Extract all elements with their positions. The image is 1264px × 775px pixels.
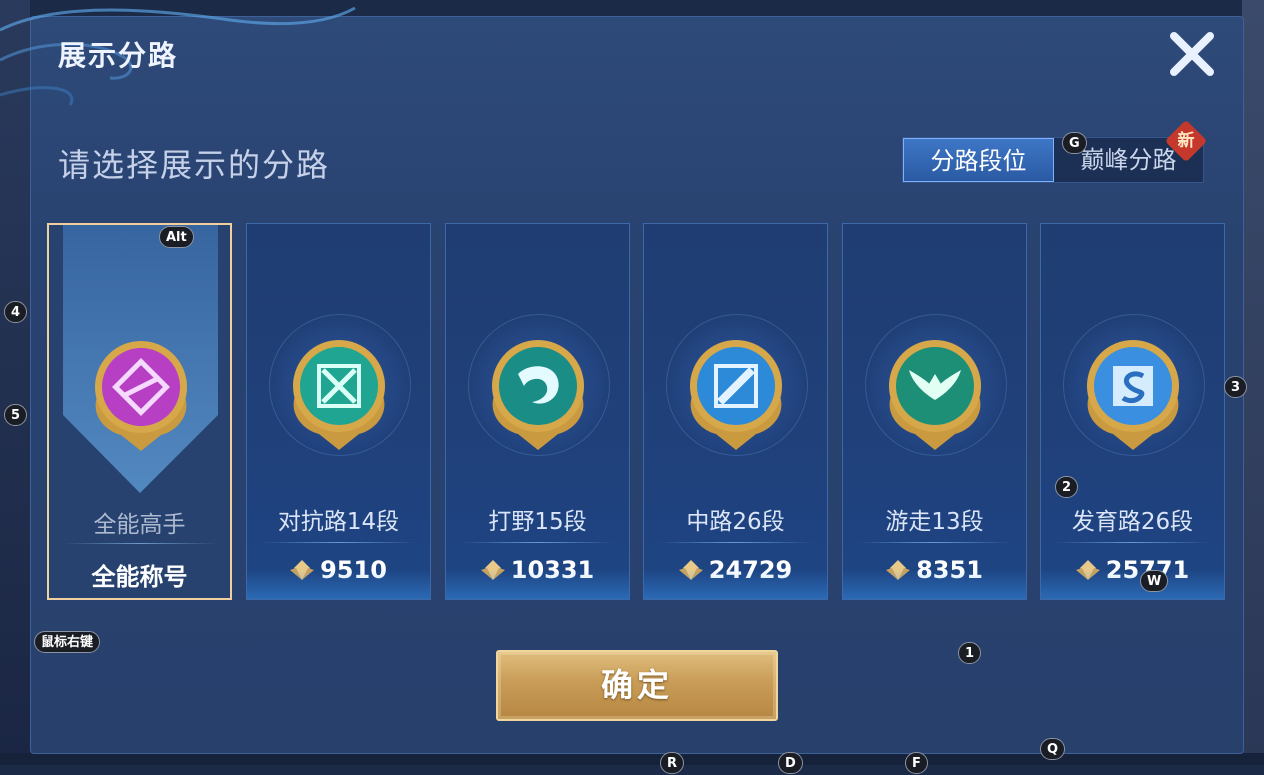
hotkey-d: D	[778, 752, 803, 774]
hotkey-w: W	[1140, 570, 1169, 592]
card-glow	[843, 569, 1026, 599]
card-glow	[1041, 569, 1224, 599]
hotkey-2: 2	[1055, 476, 1079, 498]
lane-name: 中路26段	[686, 509, 785, 535]
lane-name: 对抗路14段	[277, 509, 400, 535]
lane-name: 全能高手	[93, 512, 186, 538]
lane-card-roam[interactable]: 游走13段 8351	[842, 223, 1027, 600]
hotkey-1: 1	[958, 642, 982, 664]
swirl-decoration-icon	[0, 6, 356, 106]
divider	[857, 542, 1012, 543]
hotkey-r: R	[660, 752, 685, 774]
roam-wings-emblem-icon	[889, 340, 981, 450]
hotkey-alt: Alt	[159, 226, 194, 248]
hotkey-q: Q	[1040, 738, 1066, 760]
card-glow	[644, 569, 827, 599]
divider	[1055, 542, 1210, 543]
divider	[63, 543, 218, 544]
card-glow	[247, 569, 430, 599]
all-round-emblem-icon	[95, 341, 187, 451]
jungle-dragon-emblem-icon	[492, 340, 584, 450]
hotkey-4: 4	[4, 301, 28, 323]
confirm-button[interactable]: 确定	[496, 650, 778, 721]
hotkey-3: 3	[1224, 376, 1248, 398]
mid-lane-emblem-icon	[690, 340, 782, 450]
background-bottom	[0, 753, 1264, 765]
divider	[460, 542, 615, 543]
lane-card-mid[interactable]: 中路26段 24729	[643, 223, 828, 600]
dialog-title: 展示分路	[58, 39, 179, 72]
close-icon[interactable]	[1166, 28, 1218, 80]
lane-name: 打野15段	[488, 509, 587, 535]
hotkey-right-click: 鼠标右键	[34, 631, 101, 653]
tab-lane-rank[interactable]: 分路段位	[903, 138, 1054, 182]
lane-card-clash[interactable]: 对抗路14段 9510	[246, 223, 431, 600]
lane-card-farm[interactable]: 发育路26段 25771	[1040, 223, 1225, 600]
farm-lane-emblem-icon	[1087, 340, 1179, 450]
title-label: 全能称号	[91, 563, 188, 591]
background-left	[0, 0, 30, 765]
divider	[658, 542, 813, 543]
lane-card-jungle[interactable]: 打野15段 10331	[445, 223, 630, 600]
hotkey-f: F	[905, 752, 928, 774]
new-badge-label: 新	[1177, 131, 1195, 151]
clash-lane-emblem-icon	[293, 340, 385, 450]
lane-name: 游走13段	[885, 509, 984, 535]
lane-tabs: 分路段位 巅峰分路	[902, 137, 1204, 183]
hotkey-g: G	[1062, 132, 1087, 154]
hotkey-5: 5	[4, 404, 28, 426]
select-lane-prompt: 请选择展示的分路	[58, 146, 331, 184]
divider	[261, 542, 416, 543]
lane-card-all-round[interactable]: 全能高手 全能称号	[47, 223, 232, 600]
confirm-label: 确定	[600, 666, 673, 704]
lane-name: 发育路26段	[1071, 509, 1194, 535]
card-glow	[446, 569, 629, 599]
